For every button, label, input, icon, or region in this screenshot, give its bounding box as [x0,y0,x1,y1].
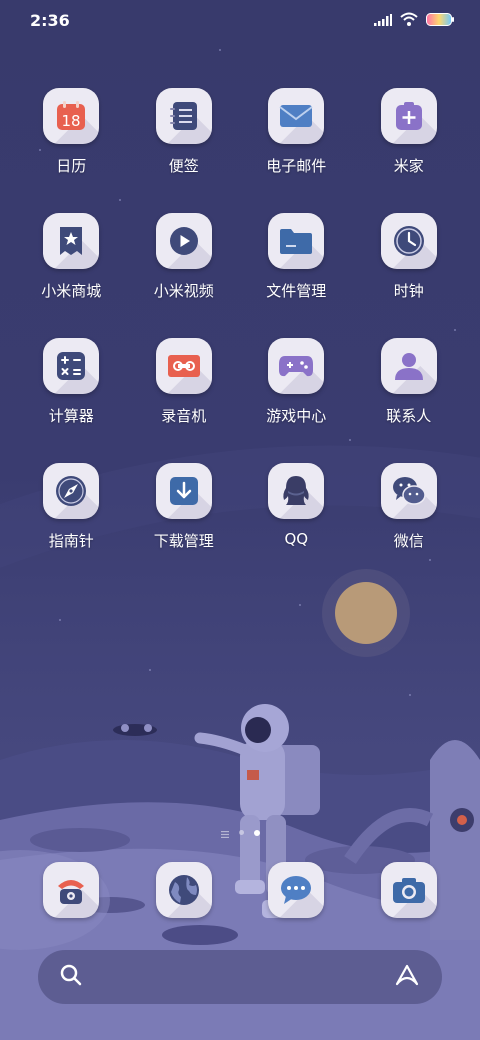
contacts-icon [380,338,437,394]
app-label: 微信 [393,532,424,550]
app-email[interactable]: 电子邮件 [240,88,353,213]
app-label: 日历 [56,157,87,175]
assistant-icon[interactable] [394,963,420,991]
phone-icon [43,862,100,918]
page-dot-active[interactable] [253,829,260,836]
app-label: 小米商城 [41,282,102,300]
wifi-icon [400,11,418,30]
battery-icon [426,11,454,30]
camera-icon [380,862,437,918]
video-icon [155,213,212,269]
status-time: 2:36 [30,10,70,30]
app-notes[interactable]: 便签 [128,88,241,213]
app-calendar[interactable]: 18 日历 [15,88,128,213]
dock-messages[interactable] [240,862,353,918]
app-label: 小米视频 [153,282,214,300]
app-label: 电子邮件 [266,157,327,175]
calendar-icon: 18 [43,88,100,144]
app-label: 文件管理 [266,282,327,300]
app-label: 计算器 [48,407,94,425]
signal-icon [374,11,392,30]
app-contacts[interactable]: 联系人 [353,338,466,463]
app-label: QQ [284,530,309,548]
app-mi-video[interactable]: 小米视频 [128,213,241,338]
app-label: 录音机 [161,407,207,425]
gamepad-icon [268,338,325,394]
app-mijia[interactable]: 米家 [353,88,466,213]
page-indicator[interactable] [0,823,480,842]
mail-icon [268,88,325,144]
app-game-center[interactable]: 游戏中心 [240,338,353,463]
status-icons [374,11,454,30]
app-file-manager[interactable]: 文件管理 [240,213,353,338]
status-bar: 2:36 [0,0,480,40]
app-label: 米家 [393,157,424,175]
dock-phone[interactable] [15,862,128,918]
calculator-icon [43,338,100,394]
wechat-icon [380,463,437,519]
app-calculator[interactable]: 计算器 [15,338,128,463]
dock-camera[interactable] [353,862,466,918]
search-bar[interactable] [38,950,442,1004]
notes-icon [155,88,212,144]
app-recorder[interactable]: 录音机 [128,338,241,463]
store-icon [43,213,100,269]
search-icon [60,964,82,990]
app-compass[interactable]: 指南针 [15,463,128,588]
app-download-manager[interactable]: 下载管理 [128,463,241,588]
mijia-icon [380,88,437,144]
app-label: 便签 [168,157,199,175]
app-label: 指南针 [48,532,94,550]
feed-page-icon[interactable] [220,823,229,842]
browser-icon [155,862,212,918]
app-qq[interactable]: QQ [240,463,353,588]
compass-icon [43,463,100,519]
dock-browser[interactable] [128,862,241,918]
page-dot[interactable] [238,830,244,835]
calendar-day: 18 [62,112,81,130]
recorder-icon [155,338,212,394]
clock-icon [380,213,437,269]
app-clock[interactable]: 时钟 [353,213,466,338]
app-wechat[interactable]: 微信 [353,463,466,588]
dock [15,862,465,918]
qq-icon [268,463,325,519]
app-label: 游戏中心 [266,407,327,425]
app-label: 下载管理 [153,532,214,550]
app-label: 时钟 [393,282,424,300]
download-icon [155,463,212,519]
messages-icon [268,862,325,918]
app-mi-store[interactable]: 小米商城 [15,213,128,338]
app-label: 联系人 [386,407,432,425]
folder-icon [268,213,325,269]
app-grid: 18 日历 便签 电子邮件 米家 小米商城 小米视频 文件管理 时钟 计算器 录… [15,88,465,588]
